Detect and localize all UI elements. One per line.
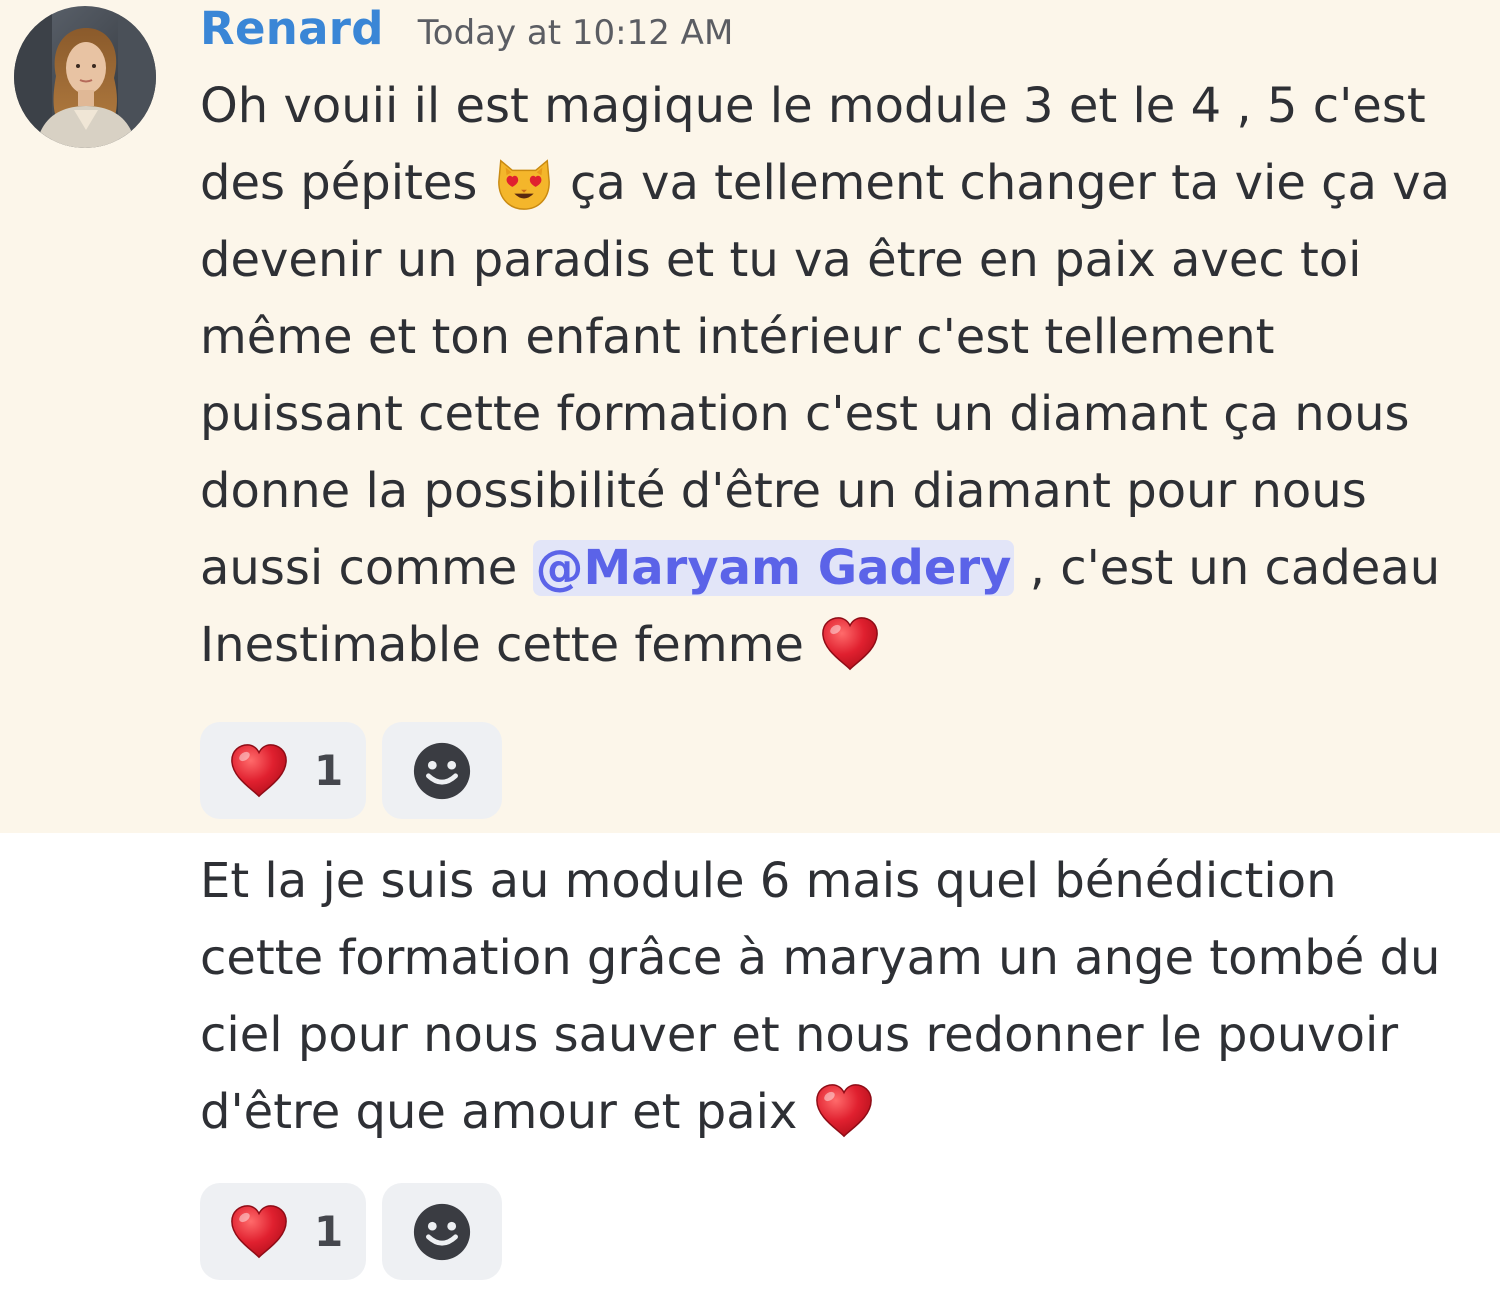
message-text: , c'est un cadeau (1029, 540, 1441, 596)
user-avatar[interactable] (14, 6, 156, 148)
author-username[interactable]: Renard (200, 2, 384, 55)
message-line: Inestimable cette femme (200, 607, 1450, 684)
message-text: ça va tellement changer ta vie ça va (569, 155, 1450, 211)
add-reaction-button[interactable] (382, 1183, 502, 1280)
message-line: ciel pour nous sauver et nous redonner l… (200, 1007, 1399, 1063)
reaction-count: 1 (314, 746, 344, 795)
message-text: d'être que amour et paix (200, 1084, 798, 1140)
message-line: d'être que amour et paix (200, 1074, 1440, 1151)
heart-reaction-button[interactable]: 1 (200, 722, 366, 819)
heart-eyes-cat-emoji-icon (493, 151, 555, 213)
smiley-add-reaction-icon (411, 1201, 473, 1263)
message-line: Oh vouii il est magique le module 3 et l… (200, 78, 1426, 134)
heart-emoji-icon (813, 1080, 875, 1142)
message-line: Et la je suis au module 6 mais quel béné… (200, 853, 1337, 909)
message-line: cette formation grâce à maryam un ange t… (200, 930, 1441, 986)
heart-reaction-button[interactable]: 1 (200, 1183, 366, 1280)
user-mention[interactable]: @Maryam Gadery (532, 540, 1015, 596)
add-reaction-button[interactable] (382, 722, 502, 819)
message-text: des pépites (200, 155, 478, 211)
message-line: aussi comme @Maryam Gadery , c'est un ca… (200, 530, 1450, 607)
message-header: Renard Today at 10:12 AM (200, 2, 733, 62)
heart-icon (228, 740, 290, 802)
reaction-count: 1 (314, 1207, 344, 1256)
smiley-add-reaction-icon (411, 740, 473, 802)
message-text: aussi comme (200, 540, 518, 596)
heart-emoji-icon (819, 613, 881, 675)
message-text: Inestimable cette femme (200, 617, 804, 673)
message-timestamp: Today at 10:12 AM (417, 13, 734, 53)
user-avatar-photo (14, 6, 156, 148)
reaction-bar: 1 (200, 1183, 502, 1280)
reaction-bar: 1 (200, 722, 502, 819)
heart-icon (228, 1201, 290, 1263)
message-content: Et la je suis au module 6 mais quel béné… (200, 843, 1440, 1151)
message-line: donne la possibilité d'être un diamant p… (200, 463, 1367, 519)
message-line: devenir un paradis et tu va être en paix… (200, 232, 1362, 288)
message-line: puissant cette formation c'est un diaman… (200, 386, 1410, 442)
highlighted-message-group: Renard Today at 10:12 AM Oh vouii il est… (0, 0, 1500, 833)
message-content: Oh vouii il est magique le module 3 et l… (200, 68, 1450, 684)
message-line: des pépites ça va tellement changer ta v… (200, 145, 1450, 222)
message-line: même et ton enfant intérieur c'est telle… (200, 309, 1275, 365)
